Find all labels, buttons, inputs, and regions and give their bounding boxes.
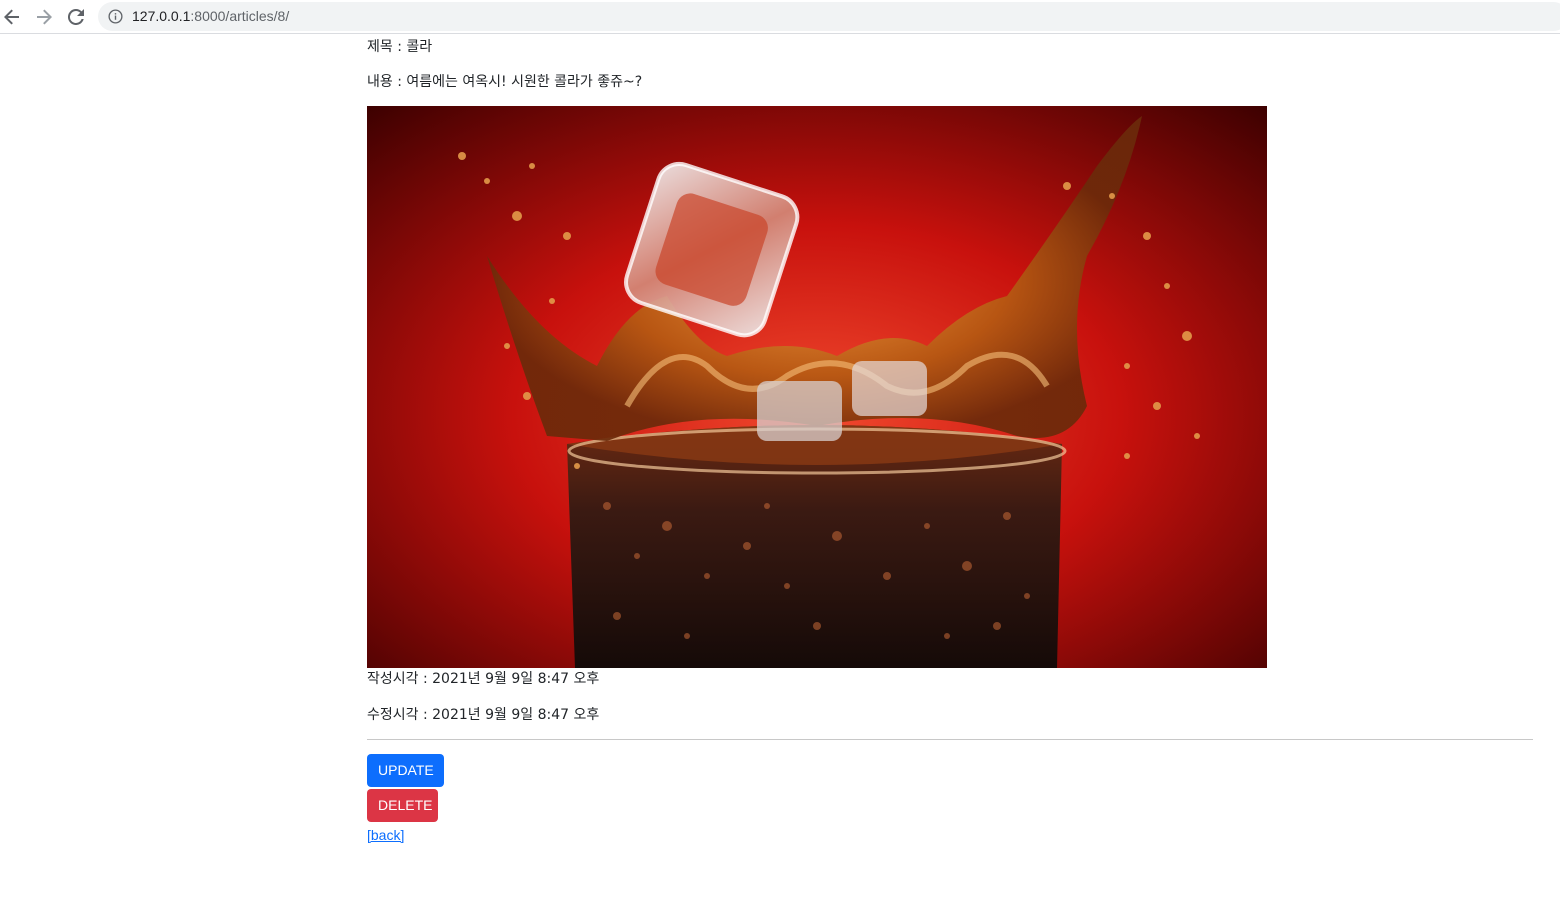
article-title-line: 제목 : 콜라 — [367, 37, 432, 57]
address-bar[interactable]: 127.0.0.1:8000/articles/8/ — [98, 2, 1560, 31]
url-text: 127.0.0.1:8000/articles/8/ — [132, 2, 289, 31]
created-at: 2021년 9월 9일 8:47 오후 — [432, 671, 600, 687]
article-content-line: 내용 : 여름에는 여옥시! 시원한 콜라가 좋쥬~? — [367, 72, 642, 92]
content-label: 내용 : — [367, 74, 407, 90]
updated-label: 수정시각 : — [367, 707, 433, 723]
back-nav-button[interactable] — [0, 5, 24, 29]
updated-at-line: 수정시각 : 2021년 9월 9일 8:47 오후 — [367, 705, 599, 725]
article-image — [367, 106, 1267, 668]
created-at-line: 작성시각 : 2021년 9월 9일 8:47 오후 — [367, 669, 599, 689]
updated-at: 2021년 9월 9일 8:47 오후 — [432, 707, 600, 723]
reload-icon — [68, 9, 84, 25]
article-content: 여름에는 여옥시! 시원한 콜라가 좋쥬~? — [406, 74, 643, 90]
title-label: 제목 : — [367, 39, 407, 55]
forward-nav-button[interactable] — [32, 5, 56, 29]
divider — [367, 739, 1533, 740]
url-path: :8000/articles/8/ — [190, 8, 290, 24]
delete-button[interactable]: DELETE — [367, 789, 438, 822]
url-host: 127.0.0.1 — [132, 8, 191, 24]
arrow-left-icon — [4, 9, 19, 25]
update-button[interactable]: UPDATE — [367, 754, 444, 787]
created-label: 작성시각 : — [367, 671, 433, 687]
arrow-right-icon — [37, 9, 52, 25]
info-icon[interactable] — [108, 9, 123, 24]
article-title: 콜라 — [406, 39, 433, 55]
cola-splash-image — [367, 106, 1267, 668]
back-link[interactable]: [back] — [367, 825, 404, 845]
browser-toolbar: 127.0.0.1:8000/articles/8/ — [0, 0, 1560, 34]
reload-button[interactable] — [64, 5, 88, 29]
